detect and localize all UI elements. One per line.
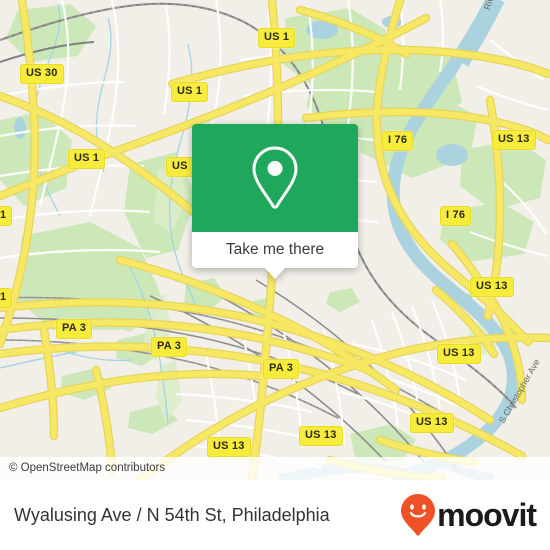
take-me-there-label: Take me there [225, 241, 325, 258]
road-shield: PA 3 [151, 337, 188, 357]
road-shield: US [166, 157, 194, 177]
callout-tail [264, 267, 286, 279]
map-attribution[interactable]: © OpenStreetMap contributors [0, 457, 550, 480]
callout-pin-panel [192, 124, 358, 232]
place-title: Wyalusing Ave / N 54th St, Philadelphia [14, 504, 330, 525]
road-shield: I 76 [382, 131, 414, 151]
road-shield: US 13 [437, 344, 481, 364]
road-shield: US 13 [207, 437, 251, 457]
road-shield: US 1 [258, 28, 296, 48]
road-shield: US 13 [492, 130, 536, 150]
road-shield: US 30 [20, 64, 64, 84]
moovit-wordmark: moovit [437, 496, 537, 533]
location-pin-icon [252, 146, 298, 209]
road-shield: PA 3 [263, 359, 300, 379]
road-shield: US 13 [299, 426, 343, 446]
road-shield: US 1 [171, 82, 209, 102]
moovit-logo[interactable]: moovit [401, 494, 537, 536]
road-shield: 1 [0, 206, 13, 226]
road-shield: US 13 [470, 277, 514, 297]
footer-bar: Wyalusing Ave / N 54th St, Philadelphia … [0, 480, 550, 550]
road-shield: 1 [0, 288, 13, 308]
road-shield: US 1 [68, 149, 106, 169]
road-shield: US 13 [410, 413, 454, 433]
location-callout-card[interactable]: Take me there [192, 124, 358, 279]
road-shield: PA 3 [56, 319, 93, 339]
road-shield: I 76 [440, 206, 472, 226]
moovit-pin-smiley-icon [401, 494, 436, 536]
callout-action-panel[interactable]: Take me there [192, 232, 358, 279]
